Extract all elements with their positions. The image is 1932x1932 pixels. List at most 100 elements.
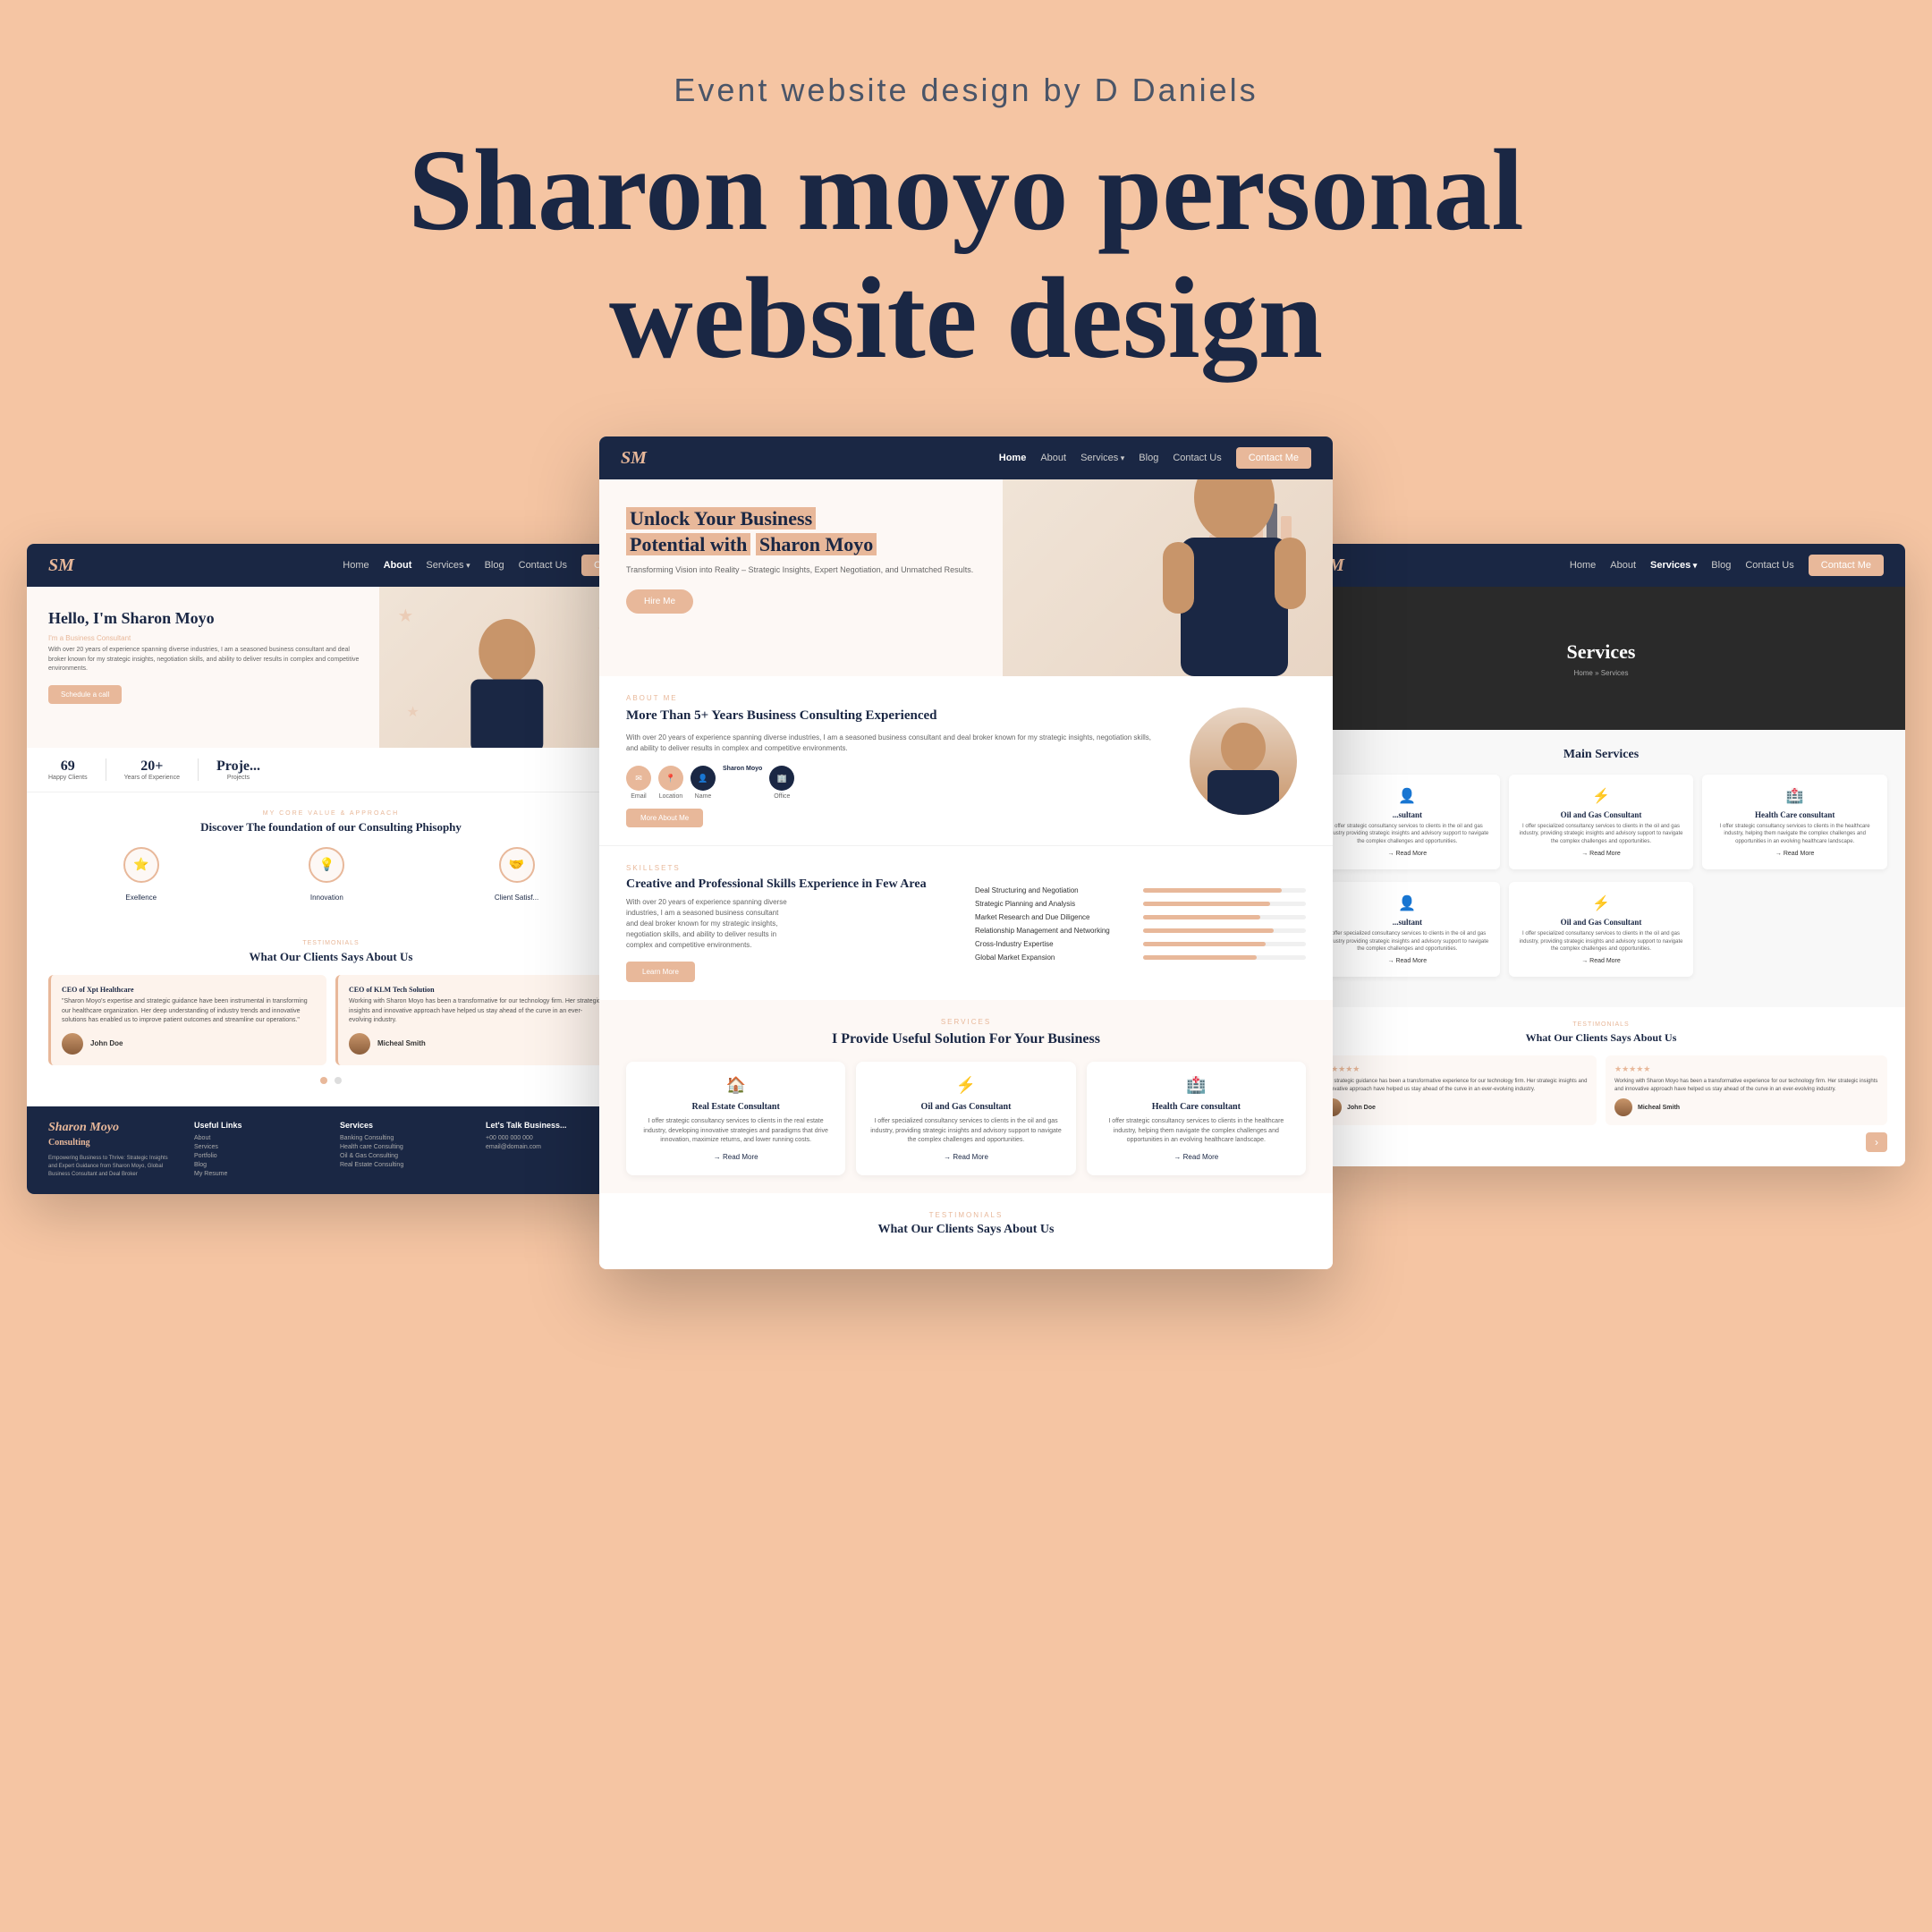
test-card-0: CEO of Xpt Healthcare "Sharon Moyo's exp… — [48, 975, 326, 1065]
test-text-1: Working with Sharon Moyo has been a tran… — [349, 997, 603, 1026]
right-sc-title-4: Oil and Gas Consultant — [1518, 918, 1685, 927]
center-nav-about[interactable]: About — [1040, 453, 1066, 463]
service-card-link-1[interactable]: → Read More — [867, 1153, 1064, 1161]
stat-clients-number: 69 — [48, 758, 88, 775]
skill-1: Strategic Planning and Analysis — [975, 900, 1306, 908]
right-test-text-1: Working with Sharon Moyo has been a tran… — [1614, 1078, 1878, 1093]
service-card-link-2[interactable]: → Read More — [1097, 1153, 1295, 1161]
left-nav-blog[interactable]: Blog — [485, 560, 504, 571]
right-nav-blog[interactable]: Blog — [1711, 560, 1731, 571]
about-label: ABOUT ME — [626, 694, 1163, 702]
test-person-1: Micheal Smith — [349, 1033, 603, 1055]
more-about-button[interactable]: More About Me — [626, 809, 703, 827]
right-sc-icon-0: 👤 — [1324, 787, 1491, 805]
about-person-image — [1190, 708, 1297, 815]
stat-experience-label: Years of Experience — [124, 775, 180, 781]
right-nav-cta[interactable]: Contact Me — [1809, 555, 1884, 576]
center-nav-services[interactable]: Services — [1080, 453, 1124, 463]
service-card-title-2: Health Care consultant — [1097, 1102, 1295, 1112]
learn-more-button[interactable]: Learn More — [626, 962, 695, 982]
carousel-nav: › — [1315, 1132, 1887, 1152]
footer-logo: Sharon MoyoConsulting — [48, 1121, 176, 1149]
mockups-container: SM Home About Services Blog Contact Us C… — [0, 436, 1932, 1778]
core-value-innovation: 💡 Innovation — [309, 847, 344, 904]
schedule-call-button[interactable]: Schedule a call — [48, 685, 122, 704]
right-sc-icon-1: ⚡ — [1518, 787, 1685, 805]
center-nav-home[interactable]: Home — [999, 453, 1027, 463]
right-nav-services[interactable]: Services — [1650, 560, 1697, 571]
footer-service-banking[interactable]: Banking Consulting — [340, 1135, 468, 1141]
right-sc-3: 👤 ...sultant I offer specialized consult… — [1315, 882, 1500, 977]
right-sc-icon-2: 🏥 — [1711, 787, 1878, 805]
test-role-0: CEO of Xpt Healthcare — [62, 986, 316, 994]
hero-image — [1003, 479, 1333, 676]
left-nav-about[interactable]: About — [384, 560, 412, 571]
service-icon-1: ⚡ — [867, 1076, 1064, 1095]
footer-phone: +00 000 000 000 — [486, 1135, 614, 1141]
footer-link-services[interactable]: Services — [194, 1144, 322, 1150]
footer-service-health[interactable]: Health care Consulting — [340, 1144, 468, 1150]
skill-3: Relationship Management and Networking — [975, 927, 1306, 935]
skill-label-2: Market Research and Due Diligence — [975, 913, 1136, 921]
footer-link-about[interactable]: About — [194, 1135, 322, 1141]
left-hero: Hello, I'm Sharon Moyo I'm a Business Co… — [27, 587, 635, 748]
footer-contact-title: Let's Talk Business... — [486, 1121, 614, 1130]
left-nav-services[interactable]: Services — [426, 560, 470, 571]
right-sc-link-1[interactable]: → Read More — [1518, 851, 1685, 857]
center-nav-contact[interactable]: Contact Us — [1173, 453, 1221, 463]
skill-bar-bg-0 — [1143, 888, 1306, 893]
office-icon: 🏢 — [769, 766, 794, 791]
next-button[interactable]: › — [1866, 1132, 1887, 1152]
right-sc-text-1: I offer specialized consultancy services… — [1518, 823, 1685, 845]
right-sc-link-3[interactable]: → Read More — [1324, 958, 1491, 964]
skill-label-4: Cross-Industry Expertise — [975, 940, 1136, 948]
skill-label-3: Relationship Management and Networking — [975, 927, 1136, 935]
stat-experience-number: 20+ — [124, 758, 180, 775]
skill-bar-fill-0 — [1143, 888, 1282, 893]
skill-bar-fill-5 — [1143, 955, 1257, 960]
skill-bars: Deal Structuring and Negotiation Strateg… — [975, 886, 1306, 962]
right-nav-contact[interactable]: Contact Us — [1745, 560, 1793, 571]
hire-me-button[interactable]: Hire Me — [626, 589, 693, 614]
left-nav-home[interactable]: Home — [343, 560, 369, 571]
footer-link-portfolio[interactable]: Portfolio — [194, 1153, 322, 1159]
right-nav-home[interactable]: Home — [1570, 560, 1596, 571]
center-nav-cta[interactable]: Contact Me — [1236, 447, 1311, 469]
footer-service-oil[interactable]: Oil & Gas Consulting — [340, 1153, 468, 1159]
left-hero-image: ★ ★ ★ — [379, 587, 635, 748]
skill-bar-bg-2 — [1143, 915, 1306, 919]
left-testimonials: TESTIMONIALS What Our Clients Says About… — [27, 922, 635, 1106]
service-card-link-0[interactable]: → Read More — [637, 1153, 835, 1161]
services-label: SERVICES — [626, 1018, 1306, 1026]
right-ms-title: Main Services — [1315, 748, 1887, 762]
footer-links-title: Useful Links — [194, 1121, 322, 1130]
center-test-label: TESTIMONIALS — [626, 1211, 1306, 1219]
footer-link-resume[interactable]: My Resume — [194, 1171, 322, 1177]
center-testimonials: TESTIMONIALS What Our Clients Says About… — [599, 1193, 1333, 1269]
left-navbar: SM Home About Services Blog Contact Us C — [27, 544, 635, 587]
left-footer: Sharon MoyoConsulting Empowering Busines… — [27, 1106, 635, 1194]
right-sc-link-0[interactable]: → Read More — [1324, 851, 1491, 857]
right-sc-link-4[interactable]: → Read More — [1518, 958, 1685, 964]
email-icon: ✉ — [626, 766, 651, 791]
skills-title: Creative and Professional Skills Experie… — [626, 877, 957, 892]
service-card-text-0: I offer strategic consultancy services t… — [637, 1117, 835, 1146]
skills-text: With over 20 years of experience spannin… — [626, 897, 792, 951]
center-nav-blog[interactable]: Blog — [1139, 453, 1158, 463]
right-sc-icon-4: ⚡ — [1518, 894, 1685, 912]
skill-bar-bg-5 — [1143, 955, 1306, 960]
center-hero: Unlock Your Business Potential with Shar… — [599, 479, 1333, 676]
right-sc-text-0: I offer strategic consultancy services t… — [1324, 823, 1491, 845]
footer-service-realestate[interactable]: Real Estate Consulting — [340, 1162, 468, 1168]
center-mockup: SM Home About Services Blog Contact Us C… — [599, 436, 1333, 1269]
right-sc-link-2[interactable]: → Read More — [1711, 851, 1878, 857]
test-name-1: Micheal Smith — [377, 1039, 426, 1047]
right-service-grid-2: 👤 ...sultant I offer specialized consult… — [1315, 882, 1887, 977]
footer-link-blog[interactable]: Blog — [194, 1162, 322, 1168]
right-sc-text-4: I offer specialized consultancy services… — [1518, 930, 1685, 953]
left-test-label: TESTIMONIALS — [48, 940, 614, 946]
right-nav-about[interactable]: About — [1610, 560, 1636, 571]
left-nav-contact[interactable]: Contact Us — [519, 560, 567, 571]
center-test-title: What Our Clients Says About Us — [626, 1223, 1306, 1237]
innovation-label: Innovation — [310, 894, 343, 902]
